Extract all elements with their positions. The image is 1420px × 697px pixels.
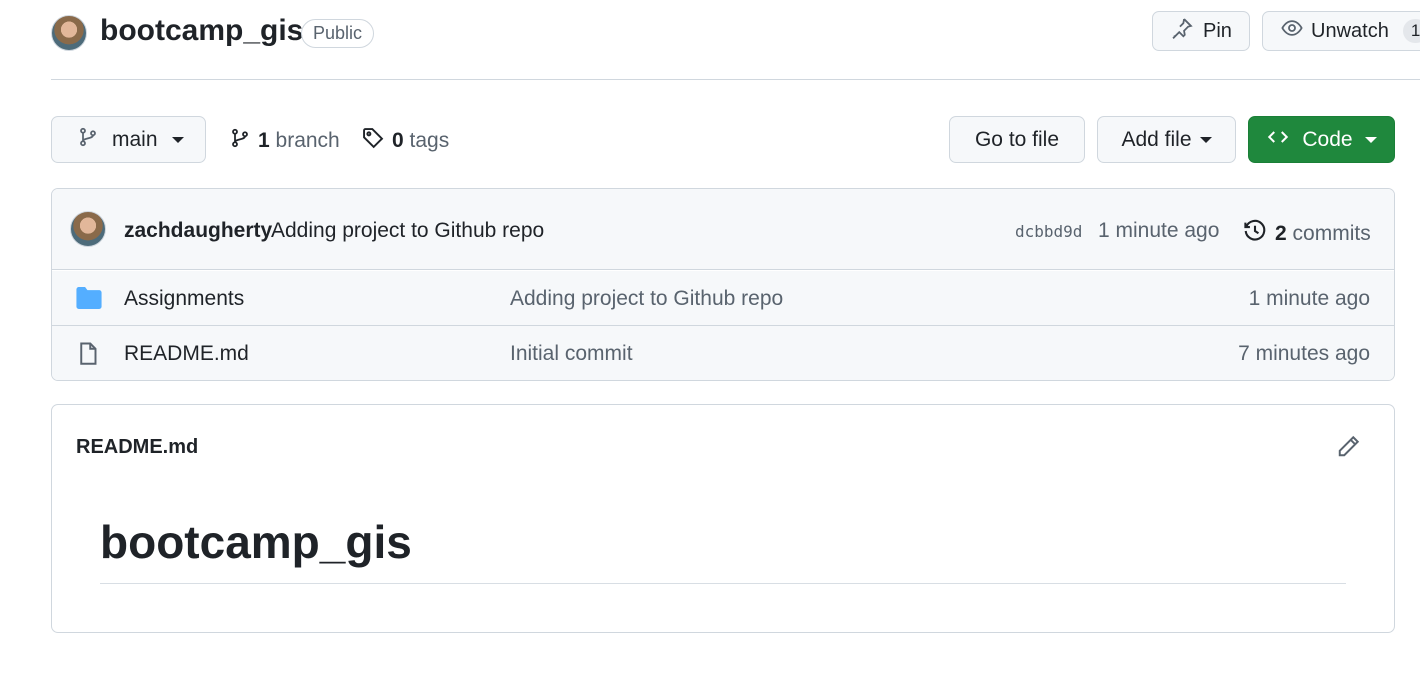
file-row[interactable]: README.md Initial commit 7 minutes ago xyxy=(52,326,1394,380)
pin-label: Pin xyxy=(1203,19,1232,42)
git-branch-icon xyxy=(78,127,98,153)
watch-count: 1 xyxy=(1402,19,1420,43)
file-name[interactable]: Assignments xyxy=(124,287,244,311)
chevron-down-icon xyxy=(1364,136,1377,143)
branch-select-button[interactable]: main xyxy=(51,116,206,163)
add-file-label: Add file xyxy=(1121,127,1192,151)
commits-history-link[interactable]: 2 commits xyxy=(1243,219,1371,249)
file-name[interactable]: README.md xyxy=(124,342,249,366)
current-branch: main xyxy=(112,127,158,151)
chevron-down-icon xyxy=(1199,136,1212,143)
branch-word: branch xyxy=(275,129,340,152)
go-to-file-button[interactable]: Go to file xyxy=(949,116,1085,163)
git-branch-icon xyxy=(230,127,250,155)
file-commit-message[interactable]: Initial commit xyxy=(510,342,633,366)
file-commit-message[interactable]: Adding project to Github repo xyxy=(510,287,783,311)
branch-count: 1 xyxy=(258,129,270,152)
folder-icon xyxy=(76,287,102,314)
pencil-icon[interactable] xyxy=(1336,435,1360,464)
eye-icon xyxy=(1281,17,1303,45)
watch-button[interactable]: Unwatch 1 xyxy=(1262,11,1420,51)
pin-icon xyxy=(1171,17,1193,45)
file-browser: zachdaugherty Adding project to Github r… xyxy=(51,188,1395,381)
repo-name[interactable]: bootcamp_gis xyxy=(100,14,303,48)
file-commit-time: 1 minute ago xyxy=(1248,287,1370,310)
branches-link[interactable]: 1 branch xyxy=(230,127,340,155)
commit-message[interactable]: Adding project to Github repo xyxy=(271,219,544,243)
header-divider xyxy=(51,79,1420,80)
chevron-down-icon xyxy=(171,136,184,143)
commit-author-avatar[interactable] xyxy=(70,211,106,247)
add-file-button[interactable]: Add file xyxy=(1097,116,1236,163)
commit-count: 2 xyxy=(1275,222,1287,245)
code-button[interactable]: Code xyxy=(1248,116,1395,163)
commit-author[interactable]: zachdaugherty xyxy=(124,219,272,243)
history-icon xyxy=(1243,219,1267,249)
file-commit-time: 7 minutes ago xyxy=(1238,342,1370,365)
code-icon xyxy=(1266,127,1290,153)
tag-icon xyxy=(362,127,384,155)
tags-link[interactable]: 0 tags xyxy=(362,127,449,155)
watch-label: Unwatch xyxy=(1311,19,1389,42)
commit-time: 1 minute ago xyxy=(1098,219,1220,242)
latest-commit-bar: zachdaugherty Adding project to Github r… xyxy=(52,189,1394,270)
readme-filename[interactable]: README.md xyxy=(76,436,198,459)
readme-panel: README.md bootcamp_gis xyxy=(51,404,1395,633)
commit-word: commits xyxy=(1292,222,1371,245)
readme-heading: bootcamp_gis xyxy=(100,516,412,568)
tag-count: 0 xyxy=(392,129,404,152)
tag-word: tags xyxy=(409,129,450,152)
commit-hash[interactable]: dcbbd9d xyxy=(1015,222,1082,241)
readme-heading-rule xyxy=(100,583,1346,584)
file-row[interactable]: Assignments Adding project to Github rep… xyxy=(52,271,1394,326)
owner-avatar[interactable] xyxy=(51,15,87,51)
pin-button[interactable]: Pin xyxy=(1152,11,1250,51)
code-label: Code xyxy=(1302,127,1353,151)
file-icon xyxy=(76,342,100,371)
visibility-badge: Public xyxy=(301,19,375,48)
